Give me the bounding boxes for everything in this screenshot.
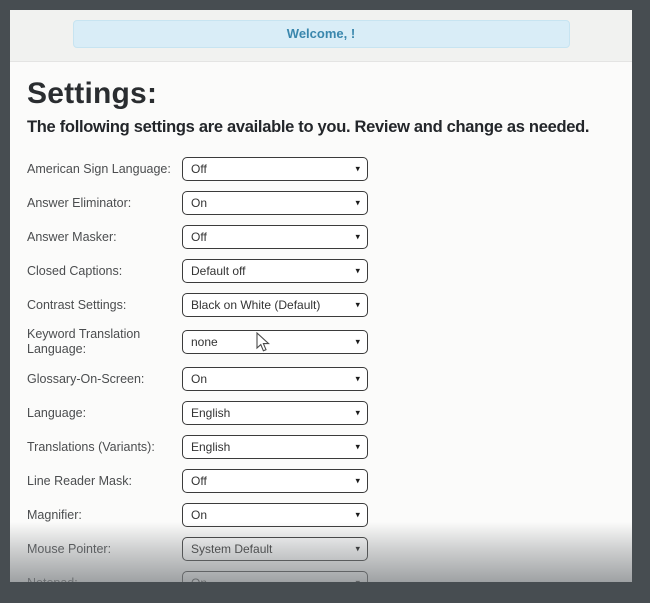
chevron-down-icon: ▾: [355, 578, 360, 582]
setting-label-contrast-settings: Contrast Settings:: [27, 298, 182, 313]
screenshot-frame: Welcome, ! Settings: The following setti…: [0, 0, 650, 603]
setting-row-answer-eliminator: Answer Eliminator: On ▾: [27, 191, 615, 215]
selected-value: On: [191, 196, 207, 210]
setting-row-glossary-on-screen: Glossary-On-Screen: On ▾: [27, 367, 615, 391]
chevron-down-icon: ▾: [355, 408, 360, 417]
chevron-down-icon: ▾: [355, 544, 360, 553]
selected-value: English: [191, 406, 230, 420]
setting-label-keyword-translation-language: Keyword Translation Language:: [27, 327, 182, 357]
setting-row-closed-captions: Closed Captions: Default off ▾: [27, 259, 615, 283]
setting-select-american-sign-language[interactable]: Off ▾: [182, 157, 368, 181]
setting-label-notepad: Notepad:: [27, 576, 182, 583]
setting-select-answer-eliminator[interactable]: On ▾: [182, 191, 368, 215]
selected-value: Off: [191, 162, 207, 176]
chevron-down-icon: ▾: [355, 510, 360, 519]
chevron-down-icon: ▾: [355, 442, 360, 451]
setting-select-closed-captions[interactable]: Default off ▾: [182, 259, 368, 283]
setting-row-language: Language: English ▾: [27, 401, 615, 425]
selected-value: Off: [191, 474, 207, 488]
setting-label-mouse-pointer: Mouse Pointer:: [27, 542, 182, 557]
setting-select-contrast-settings[interactable]: Black on White (Default) ▾: [182, 293, 368, 317]
setting-label-answer-masker: Answer Masker:: [27, 230, 182, 245]
chevron-down-icon: ▾: [355, 476, 360, 485]
setting-label-closed-captions: Closed Captions:: [27, 264, 182, 279]
chevron-down-icon: ▾: [355, 337, 360, 346]
page-title: Settings:: [27, 77, 615, 111]
setting-row-line-reader-mask: Line Reader Mask: Off ▾: [27, 469, 615, 493]
setting-select-mouse-pointer[interactable]: System Default ▾: [182, 537, 368, 561]
setting-label-language: Language:: [27, 406, 182, 421]
setting-select-magnifier[interactable]: On ▾: [182, 503, 368, 527]
chevron-down-icon: ▾: [355, 300, 360, 309]
chevron-down-icon: ▾: [355, 374, 360, 383]
setting-select-keyword-translation-language[interactable]: none ▾: [182, 330, 368, 354]
main-content: Settings: The following settings are ava…: [10, 77, 632, 582]
setting-select-glossary-on-screen[interactable]: On ▾: [182, 367, 368, 391]
setting-select-line-reader-mask[interactable]: Off ▾: [182, 469, 368, 493]
setting-row-mouse-pointer: Mouse Pointer: System Default ▾: [27, 537, 615, 561]
settings-list: American Sign Language:Off▾Answer Elimin…: [27, 157, 615, 582]
setting-label-american-sign-language: American Sign Language:: [27, 162, 182, 177]
chevron-down-icon: ▾: [355, 164, 360, 173]
page-header: Welcome, !: [10, 10, 632, 62]
browser-page: Welcome, ! Settings: The following setti…: [10, 10, 632, 582]
setting-row-notepad: Notepad: On ▾: [27, 571, 615, 582]
setting-select-language[interactable]: English ▾: [182, 401, 368, 425]
setting-row-answer-masker: Answer Masker: Off ▾: [27, 225, 615, 249]
welcome-banner: Welcome, !: [73, 20, 570, 48]
setting-label-glossary-on-screen: Glossary-On-Screen:: [27, 372, 182, 387]
chevron-down-icon: ▾: [355, 232, 360, 241]
chevron-down-icon: ▾: [355, 198, 360, 207]
setting-label-translations-variants: Translations (Variants):: [27, 440, 182, 455]
setting-label-line-reader-mask: Line Reader Mask:: [27, 474, 182, 489]
setting-label-magnifier: Magnifier:: [27, 508, 182, 523]
selected-value: Default off: [191, 264, 245, 278]
setting-select-answer-masker[interactable]: Off ▾: [182, 225, 368, 249]
setting-row-keyword-translation-language: Keyword Translation Language: none ▾: [27, 327, 615, 357]
setting-row-american-sign-language: American Sign Language: Off ▾: [27, 157, 615, 181]
selected-value: On: [191, 372, 207, 386]
page-subtitle: The following settings are available to …: [27, 117, 615, 137]
selected-value: On: [191, 508, 207, 522]
setting-row-translations-variants: Translations (Variants): English ▾: [27, 435, 615, 459]
chevron-down-icon: ▾: [355, 266, 360, 275]
setting-select-translations-variants[interactable]: English ▾: [182, 435, 368, 459]
setting-row-contrast-settings: Contrast Settings:Black on White (Defaul…: [27, 293, 615, 317]
setting-row-magnifier: Magnifier: On ▾: [27, 503, 615, 527]
selected-value: Black on White (Default): [191, 298, 320, 312]
setting-select-notepad[interactable]: On ▾: [182, 571, 368, 582]
setting-label-answer-eliminator: Answer Eliminator:: [27, 196, 182, 211]
selected-value: Off: [191, 230, 207, 244]
selected-value: System Default: [191, 542, 272, 556]
selected-value: On: [191, 576, 207, 582]
selected-value: none: [191, 335, 218, 349]
selected-value: English: [191, 440, 230, 454]
